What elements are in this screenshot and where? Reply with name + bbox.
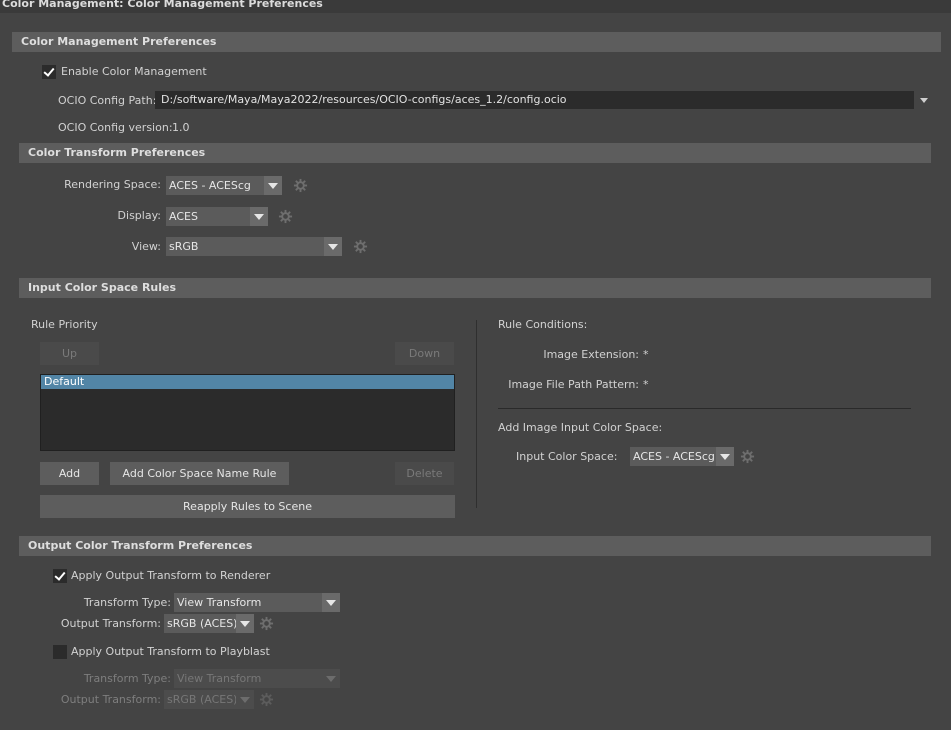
rule-priority-label: Rule Priority [31,318,98,331]
playblast-transform-type-value: View Transform [177,672,262,685]
chevron-down-icon [250,207,268,226]
gear-icon[interactable] [740,449,755,464]
gear-icon[interactable] [278,209,293,224]
rendering-space-label: Rendering Space: [64,178,161,191]
renderer-transform-type-label: Transform Type: [83,596,171,609]
renderer-output-transform-label: Output Transform: [60,617,161,630]
section-input-color-space-rules[interactable]: Input Color Space Rules [19,278,931,298]
input-color-space-label: Input Color Space: [516,450,618,463]
rule-down-button[interactable]: Down [395,342,454,365]
display-dropdown[interactable]: ACES [166,207,268,226]
add-image-input-color-space-label: Add Image Input Color Space: [498,421,663,434]
reapply-rules-button[interactable]: Reapply Rules to Scene [40,495,455,518]
rendering-space-value: ACES - ACEScg [169,179,251,192]
section-title: Output Color Transform Preferences [28,539,253,552]
chevron-down-icon [322,669,340,688]
window-title: Color Management: Color Management Prefe… [2,0,323,10]
gear-icon[interactable] [259,692,274,707]
add-rule-button[interactable]: Add [40,462,99,485]
display-value: ACES [169,210,198,223]
input-color-space-value: ACES - ACEScg [633,450,715,463]
ocio-config-version-label: OCIO Config version: [58,121,173,134]
section-title: Color Management Preferences [21,35,217,48]
renderer-transform-type-dropdown[interactable]: View Transform [174,593,340,612]
chevron-down-icon [324,237,342,256]
column-divider [476,320,477,508]
section-title: Color Transform Preferences [28,146,206,159]
chevron-down-icon [236,614,254,633]
renderer-output-transform-dropdown[interactable]: sRGB (ACES) [164,614,254,633]
playblast-transform-type-label: Transform Type: [83,672,171,685]
separator [498,408,911,409]
window-title-bar: Color Management: Color Management Prefe… [0,0,951,13]
section-color-management[interactable]: Color Management Preferences [12,32,941,52]
view-value: sRGB [169,240,199,253]
apply-output-renderer-checkbox[interactable] [53,569,67,583]
chevron-down-icon [264,176,282,195]
display-label: Display: [117,209,161,222]
image-extension-value: * [643,348,649,361]
section-title: Input Color Space Rules [28,281,177,294]
gear-icon[interactable] [293,178,308,193]
ocio-config-path-field[interactable]: D:/software/Maya/Maya2022/resources/OCIO… [155,91,914,109]
playblast-output-transform-label: Output Transform: [60,693,161,706]
delete-rule-button[interactable]: Delete [395,462,454,485]
ocio-config-version-value: 1.0 [172,121,190,134]
list-item[interactable]: Default [41,375,454,389]
add-color-space-name-rule-button[interactable]: Add Color Space Name Rule [110,462,289,485]
gear-icon[interactable] [259,616,274,631]
input-color-space-dropdown[interactable]: ACES - ACEScg [630,447,734,466]
renderer-output-transform-value: sRGB (ACES) [167,617,238,630]
image-file-path-pattern-label: Image File Path Pattern: [508,378,639,391]
enable-color-management-checkbox[interactable] [42,65,56,79]
ocio-config-path-label: OCIO Config Path: [58,94,157,107]
playblast-transform-type-dropdown[interactable]: View Transform [174,669,340,688]
ocio-path-dropdown-arrow[interactable] [917,91,931,109]
apply-output-playblast-checkbox[interactable] [53,645,67,659]
apply-output-renderer-label: Apply Output Transform to Renderer [71,569,271,582]
chevron-down-icon [920,98,928,103]
section-output-color-transform[interactable]: Output Color Transform Preferences [19,536,931,556]
chevron-down-icon [236,690,254,709]
renderer-transform-type-value: View Transform [177,596,262,609]
image-extension-label: Image Extension: [543,348,639,361]
rule-conditions-label: Rule Conditions: [498,318,588,331]
rule-up-button[interactable]: Up [40,342,99,365]
enable-color-management-label: Enable Color Management [61,65,207,78]
apply-output-playblast-label: Apply Output Transform to Playblast [71,645,270,658]
chevron-down-icon [322,593,340,612]
gear-icon[interactable] [353,239,368,254]
view-label: View: [131,240,161,253]
playblast-output-transform-value: sRGB (ACES) [167,693,238,706]
chevron-down-icon [716,447,734,466]
playblast-output-transform-dropdown[interactable]: sRGB (ACES) [164,690,254,709]
rendering-space-dropdown[interactable]: ACES - ACEScg [166,176,282,195]
section-color-transform[interactable]: Color Transform Preferences [19,143,931,163]
view-dropdown[interactable]: sRGB [166,237,342,256]
rule-priority-list[interactable]: Default [40,374,455,451]
image-file-path-pattern-value: * [643,378,649,391]
